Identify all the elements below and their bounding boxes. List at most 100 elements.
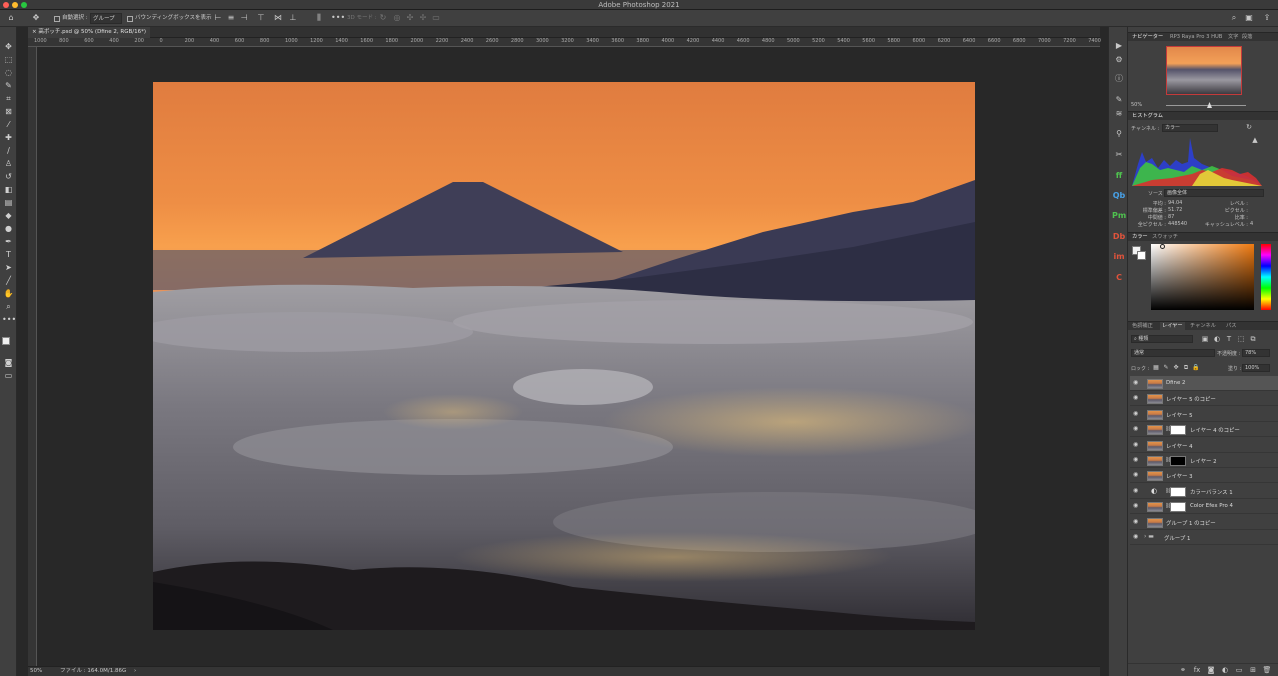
tab-layers[interactable]: レイヤー — [1160, 322, 1185, 331]
layer-row[interactable]: ◉ グループ 1 のコピー — [1130, 515, 1278, 530]
layer-thumbnail[interactable] — [1147, 379, 1163, 389]
tab-channels[interactable]: チャンネル — [1188, 322, 1218, 331]
distribute-icon[interactable]: ⫼ — [314, 13, 324, 23]
tab-navigator[interactable]: ナビゲーター — [1130, 33, 1165, 42]
plugin-ff-icon[interactable]: ff — [1112, 169, 1126, 183]
visibility-eye-icon[interactable]: ◉ — [1133, 441, 1138, 448]
history-brush-tool-icon[interactable]: ↺ — [2, 171, 15, 183]
tab-color[interactable]: カラー — [1130, 233, 1150, 242]
filter-shape-icon[interactable]: ⬚ — [1236, 334, 1246, 344]
home-icon[interactable]: ⌂ — [5, 13, 17, 23]
tab-adjustments[interactable]: 色調補正 — [1130, 322, 1155, 331]
3d-roll-icon[interactable]: ◎ — [392, 13, 402, 23]
layer-mask-thumbnail[interactable] — [1170, 425, 1186, 436]
visibility-eye-icon[interactable]: ◉ — [1133, 379, 1138, 386]
foreground-color-swatch[interactable] — [2, 337, 10, 345]
hue-slider[interactable] — [1261, 244, 1271, 310]
align-bottom-icon[interactable]: ⊥ — [288, 13, 298, 23]
layer-mask-thumbnail[interactable] — [1170, 502, 1186, 513]
lasso-tool-icon[interactable]: ◌ — [2, 67, 15, 79]
color-picker-field[interactable] — [1151, 244, 1254, 310]
visibility-eye-icon[interactable]: ◉ — [1133, 502, 1138, 509]
visibility-eye-icon[interactable]: ◉ — [1133, 487, 1138, 494]
layer-thumbnail[interactable] — [1147, 502, 1163, 513]
fill-field[interactable]: 100% — [1242, 364, 1270, 372]
add-mask-icon[interactable]: ◙ — [1206, 665, 1216, 675]
layer-thumbnail[interactable] — [1147, 440, 1163, 451]
blur-tool-icon[interactable]: ◆ — [2, 210, 15, 222]
eraser-tool-icon[interactable]: ◧ — [2, 184, 15, 196]
properties-icon[interactable]: ≋ — [1112, 107, 1126, 121]
layer-thumbnail[interactable] — [1147, 425, 1163, 436]
tools-icon[interactable]: ✂ — [1112, 148, 1126, 162]
lock-position-icon[interactable]: ✥ — [1172, 363, 1180, 373]
filter-pixel-icon[interactable]: ▣ — [1200, 334, 1210, 344]
filter-adjust-icon[interactable]: ◐ — [1212, 334, 1222, 344]
layer-row[interactable]: ◉ ⛓ レイヤー 2 — [1130, 453, 1278, 468]
eyedropper-tool-icon[interactable]: ⁄ — [2, 119, 15, 131]
tab-swatches[interactable]: スウォッチ — [1150, 233, 1180, 242]
layer-row[interactable]: ◉ レイヤー 4 — [1130, 438, 1278, 453]
color-background-swatch[interactable] — [1137, 251, 1146, 260]
tab-paths[interactable]: パス — [1224, 322, 1238, 331]
brush-tool-icon[interactable]: ∕ — [2, 145, 15, 157]
navigator-zoom[interactable]: 50% — [1131, 102, 1142, 108]
adjust-icon[interactable]: ⚙ — [1112, 53, 1126, 67]
layer-row[interactable]: ◉ レイヤー 3 — [1130, 468, 1278, 484]
layer-mask-thumbnail[interactable] — [1170, 456, 1186, 466]
visibility-eye-icon[interactable]: ◉ — [1133, 394, 1138, 401]
plugin-im-icon[interactable]: im — [1112, 250, 1126, 264]
quick-mask-icon[interactable]: ◙ — [2, 357, 15, 369]
align-center-icon[interactable]: ≡ — [226, 13, 236, 23]
filter-type-icon[interactable]: T — [1224, 334, 1234, 344]
refresh-icon[interactable]: ↻ — [1244, 122, 1254, 132]
filter-smart-icon[interactable]: ⧉ — [1248, 334, 1258, 344]
tab-histogram[interactable]: ヒストグラム — [1130, 112, 1165, 121]
crop-tool-icon[interactable]: ⌗ — [2, 93, 15, 105]
more-options-icon[interactable]: ••• — [331, 13, 345, 23]
layer-thumbnail[interactable] — [1147, 456, 1163, 466]
layer-row[interactable]: ◉ ⛓ Color Efex Pro 4 — [1130, 499, 1278, 515]
plugin-c-icon[interactable]: C — [1112, 271, 1126, 285]
tab-raya-pro[interactable]: RP3 Raya Pro 3 HUB — [1168, 33, 1224, 42]
visibility-eye-icon[interactable]: ◉ — [1133, 471, 1138, 478]
tab-close-icon[interactable]: × — [32, 29, 37, 35]
canvas-area[interactable] — [37, 47, 1100, 666]
play-icon[interactable]: ▶ — [1112, 39, 1126, 53]
layer-row[interactable]: ◉ Dfine 2 — [1130, 376, 1278, 391]
brush-settings-icon[interactable]: ✎ — [1112, 93, 1126, 107]
plugin-qb-icon[interactable]: Qb — [1112, 189, 1126, 203]
tab-paragraph[interactable]: 段落 — [1240, 33, 1254, 42]
layer-filter-dropdown[interactable]: ⌕ 種類 — [1131, 335, 1193, 343]
3d-rotate-icon[interactable]: ↻ — [378, 13, 388, 23]
layer-thumbnail[interactable] — [1147, 394, 1163, 405]
link-layers-icon[interactable]: ⚭ — [1178, 665, 1188, 675]
auto-select-checkbox[interactable] — [54, 16, 60, 22]
auto-select-target-dropdown[interactable]: グループ — [90, 13, 122, 24]
visibility-eye-icon[interactable]: ◉ — [1133, 456, 1138, 463]
opacity-field[interactable]: 78% — [1242, 349, 1270, 357]
bounding-box-checkbox[interactable] — [127, 16, 133, 22]
info-icon[interactable]: ⓘ — [1112, 72, 1126, 86]
lock-all-icon[interactable]: 🔒 — [1192, 363, 1200, 373]
gradient-tool-icon[interactable]: ▤ — [2, 197, 15, 209]
visibility-eye-icon[interactable]: ◉ — [1133, 425, 1138, 432]
fx-icon[interactable]: fx — [1192, 665, 1202, 675]
layer-thumbnail[interactable] — [1147, 409, 1163, 420]
document-image[interactable] — [153, 82, 975, 630]
clone-stamp-tool-icon[interactable]: ♙ — [2, 158, 15, 170]
visibility-eye-icon[interactable]: ◉ — [1133, 518, 1138, 525]
quick-select-tool-icon[interactable]: ✎ — [2, 80, 15, 92]
dodge-tool-icon[interactable]: ● — [2, 223, 15, 235]
status-menu-arrow[interactable]: › — [134, 667, 136, 676]
screen-mode-icon[interactable]: ▭ — [2, 370, 15, 382]
lock-transparency-icon[interactable]: ▦ — [1152, 363, 1160, 373]
share-icon[interactable]: ⇪ — [1262, 13, 1272, 23]
zoom-tool-icon[interactable]: ⌕ — [2, 301, 15, 313]
path-select-tool-icon[interactable]: ➤ — [2, 262, 15, 274]
layer-row[interactable]: ◉ ⛓ レイヤー 4 のコピー — [1130, 422, 1278, 438]
document-tab[interactable]: × 高ボッチ.psd @ 50% (Dfine 2, RGB/16*) — [28, 27, 150, 38]
clone-source-icon[interactable]: ⚲ — [1112, 127, 1126, 141]
edit-toolbar-icon[interactable]: ••• — [2, 314, 16, 326]
layer-thumbnail[interactable] — [1147, 517, 1163, 528]
